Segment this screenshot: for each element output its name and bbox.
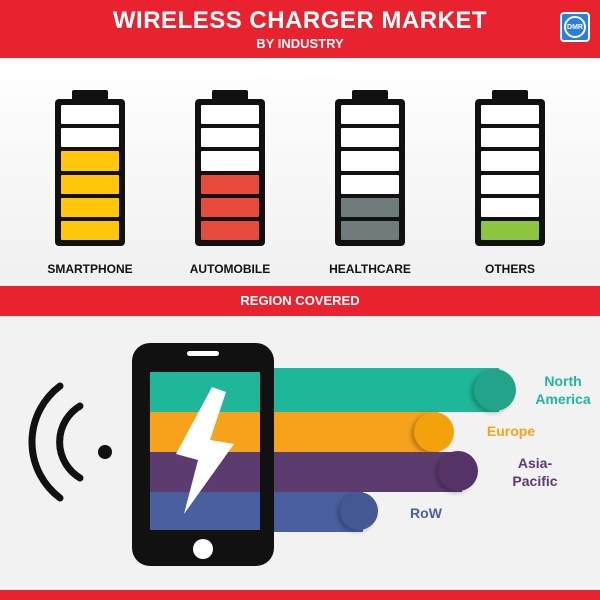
industry-label-others: OTHERS xyxy=(484,262,535,276)
battery-cell xyxy=(61,197,119,217)
battery-cell xyxy=(481,220,539,241)
battery-cell xyxy=(61,220,119,241)
battery-cell xyxy=(481,197,539,217)
battery-cell xyxy=(201,105,259,125)
region-label: RoW xyxy=(410,505,442,521)
battery-cell xyxy=(201,174,259,194)
battery-cell xyxy=(481,105,539,125)
region-bar-end-circle xyxy=(474,369,516,411)
battery-cell xyxy=(201,220,259,241)
region-bar-0 xyxy=(260,368,499,412)
lightning-bolt-icon xyxy=(176,387,234,514)
battery-cell xyxy=(341,220,399,241)
page-subtitle: BY INDUSTRY xyxy=(256,36,344,51)
battery-cell xyxy=(61,151,119,171)
battery-smartphone xyxy=(55,90,125,246)
region-bar-end-circle xyxy=(340,492,378,530)
page-title: WIRELESS CHARGER MARKET xyxy=(112,7,488,34)
battery-cell xyxy=(481,128,539,148)
battery-cell xyxy=(341,197,399,217)
region-bar-2 xyxy=(260,452,462,492)
battery-automobile xyxy=(195,90,265,246)
battery-cell xyxy=(61,105,119,125)
battery-cell xyxy=(341,128,399,148)
region-label: Asia- Pacific xyxy=(512,455,558,489)
industry-label-healthcare: HEALTHCARE xyxy=(329,262,411,276)
region-label: Europe xyxy=(486,423,536,439)
battery-cell xyxy=(201,197,259,217)
battery-healthcare xyxy=(335,90,405,246)
region-bar-end-circle xyxy=(438,451,478,491)
battery-cell xyxy=(341,105,399,125)
battery-cell xyxy=(61,128,119,148)
battery-cell xyxy=(341,151,399,171)
region-bar-1 xyxy=(260,412,438,452)
battery-cell xyxy=(341,174,399,194)
battery-body xyxy=(55,99,125,246)
dmr-logo-icon: DMR xyxy=(560,12,590,42)
battery-cell xyxy=(201,151,259,171)
battery-cell xyxy=(481,151,539,171)
industry-label-smartphone: SMARTPHONE xyxy=(47,262,133,276)
battery-cell xyxy=(481,174,539,194)
phone-home-button xyxy=(193,539,213,559)
phone-speaker xyxy=(187,351,219,356)
industry-label-automobile: AUTOMOBILE xyxy=(189,262,271,276)
battery-body xyxy=(335,99,405,246)
region-covered-banner: REGION COVERED xyxy=(0,286,600,316)
battery-others xyxy=(475,90,545,246)
region-label: North America xyxy=(535,373,591,407)
battery-cell xyxy=(61,174,119,194)
battery-cell xyxy=(201,128,259,148)
region-bar-end-circle xyxy=(414,412,454,452)
header-banner: WIRELESS CHARGER MARKET BY INDUSTRY DMR xyxy=(0,0,600,58)
battery-body xyxy=(475,99,545,246)
footer-bar xyxy=(0,590,600,600)
battery-body xyxy=(195,99,265,246)
wireless-signal-icon xyxy=(28,382,112,502)
